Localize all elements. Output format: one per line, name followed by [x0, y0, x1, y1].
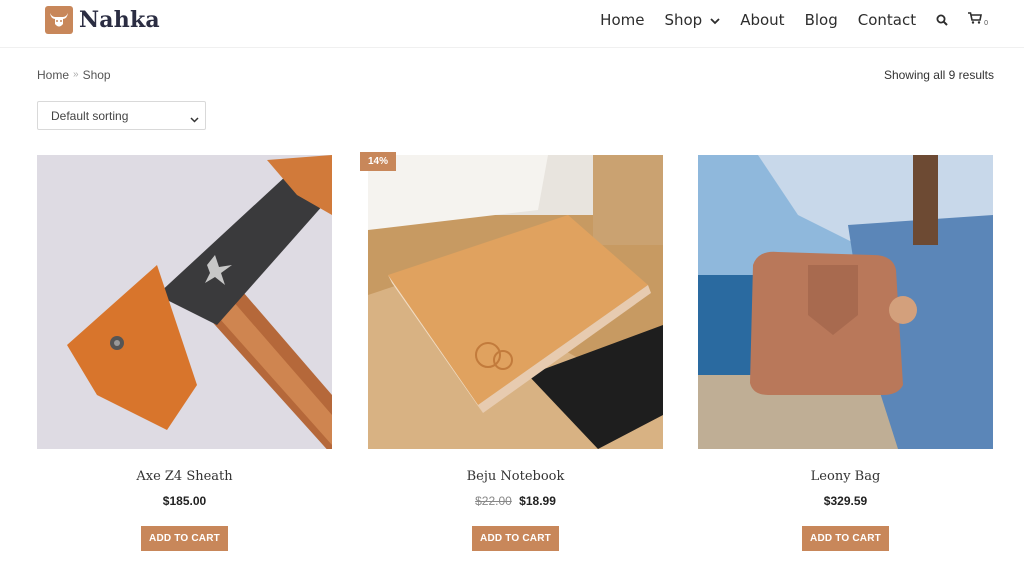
add-to-cart-button[interactable]: ADD TO CART	[802, 526, 889, 551]
results-count: Showing all 9 results	[883, 68, 994, 82]
add-to-cart-button[interactable]: ADD TO CART	[141, 526, 228, 551]
cart-icon	[968, 11, 983, 29]
product-card: Leony Bag $329.59 ADD TO CART	[698, 155, 993, 551]
product-card: Axe Z4 Sheath $185.00 ADD TO CART	[37, 155, 332, 551]
sorting-selected-value: Default sorting	[51, 108, 129, 123]
bull-logo-icon	[45, 6, 73, 34]
breadcrumb: Home » Shop	[37, 68, 111, 82]
product-price: $22.00 $18.99	[368, 494, 663, 508]
sale-badge: 14%	[360, 152, 397, 171]
product-name[interactable]: Beju Notebook	[368, 469, 663, 484]
nav-shop-label: Shop	[664, 11, 703, 29]
nav-home[interactable]: Home	[600, 11, 644, 29]
product-current-price: $329.59	[823, 494, 868, 508]
product-price: $329.59	[698, 494, 993, 508]
nav-contact[interactable]: Contact	[858, 11, 916, 29]
cart-button[interactable]: 0	[968, 11, 988, 29]
product-name[interactable]: Leony Bag	[698, 469, 993, 484]
product-current-price: $18.99	[519, 494, 556, 508]
cart-count: 0	[984, 19, 988, 27]
nav-about[interactable]: About	[740, 11, 784, 29]
product-image-notebook[interactable]	[368, 155, 663, 449]
product-card: 14% Beju Notebook $22.00 $18.99 ADD TO C…	[360, 152, 663, 551]
chevron-down-icon	[710, 11, 720, 29]
product-image-leony-bag[interactable]	[698, 155, 993, 449]
breadcrumb-separator: »	[73, 69, 79, 80]
product-current-price: $185.00	[162, 494, 207, 508]
product-name[interactable]: Axe Z4 Sheath	[37, 469, 332, 484]
add-to-cart-button[interactable]: ADD TO CART	[472, 526, 559, 551]
site-logo[interactable]: Nahka	[45, 6, 160, 34]
search-icon[interactable]	[936, 14, 948, 26]
nav-shop[interactable]: Shop	[664, 11, 720, 29]
breadcrumb-home[interactable]: Home	[37, 68, 69, 82]
product-image-axe-sheath[interactable]	[37, 155, 332, 449]
product-price: $185.00	[37, 494, 332, 508]
breadcrumb-current: Shop	[82, 68, 111, 82]
main-nav: Home Shop About Blog Contact 0	[600, 8, 988, 32]
brand-name: Nahka	[79, 7, 160, 33]
nav-blog[interactable]: Blog	[805, 11, 838, 29]
site-header: Nahka Home Shop About Blog Contact 0	[0, 0, 1024, 48]
product-old-price: $22.00	[475, 494, 512, 508]
sorting-select[interactable]: Default sorting	[37, 101, 206, 130]
chevron-down-icon	[190, 112, 199, 126]
